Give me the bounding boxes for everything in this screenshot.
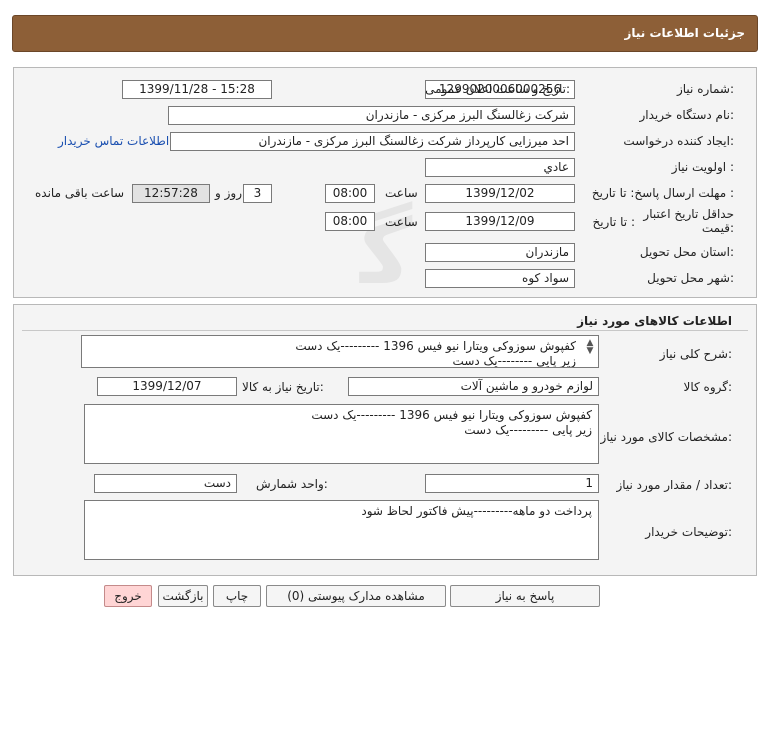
- deadline-time-field: 08:00: [325, 184, 375, 203]
- need-info-panel: [13, 67, 757, 298]
- qty-field: 1: [425, 474, 599, 493]
- deadline-date-field: 1399/12/02: [425, 184, 575, 203]
- validity-time-field: 08:00: [325, 212, 375, 231]
- creator-field: احد میرزایی کارپرداز شرکت زغالسنگ البرز …: [170, 132, 575, 151]
- remaining-time-field: 12:57:28: [132, 184, 210, 203]
- province-label: استان محل تحویل:: [639, 245, 734, 259]
- summary-label: شرح کلی نیاز:: [659, 347, 732, 361]
- unit-field: دست: [94, 474, 237, 493]
- qty-label: تعداد / مقدار مورد نیاز:: [616, 478, 732, 492]
- buyer-label: نام دستگاه خریدار:: [639, 108, 735, 122]
- validity-to-label: تا تاریخ :: [592, 215, 635, 229]
- need-date-label: تاریخ نیاز به کالا:: [242, 380, 324, 394]
- exit-button[interactable]: خروج: [104, 585, 152, 607]
- city-label: شهر محل تحویل:: [647, 271, 734, 285]
- reply-button[interactable]: پاسخ به نیاز: [450, 585, 600, 607]
- attachments-button[interactable]: مشاهده مدارک پیوستی (0): [266, 585, 446, 607]
- city-field: سواد کوه: [425, 269, 575, 288]
- back-button[interactable]: بازگشت: [158, 585, 208, 607]
- page-header: جزئیات اطلاعات نیاز: [12, 15, 758, 52]
- province-field: مازندران: [425, 243, 575, 262]
- unit-label: واحد شمارش:: [256, 477, 328, 491]
- creator-label: ایجاد کننده درخواست:: [623, 134, 734, 148]
- announce-field: 1399/11/28 - 15:28: [122, 80, 272, 99]
- specs-textarea[interactable]: کفپوش سوزوکی ویتارا نیو فیس 1396 -------…: [84, 404, 599, 464]
- buyer-field: شرکت زغالسنگ البرز مرکزی - مازندران: [168, 106, 575, 125]
- buyer-contact-link[interactable]: اطلاعات تماس خریدار: [58, 134, 169, 148]
- goods-section-title: اطلاعات کالاهای مورد نیاز: [577, 314, 732, 328]
- summary-textarea[interactable]: کفپوش سوزوکی ویتارا نیو فیس 1396 -------…: [81, 335, 599, 368]
- priority-label: اولویت نیاز :: [671, 160, 734, 174]
- remaining-label: ساعت باقی مانده: [35, 186, 125, 200]
- print-button[interactable]: چاپ: [213, 585, 261, 607]
- need-date-field: 1399/12/07: [97, 377, 237, 396]
- deadline-time-label: ساعت: [385, 186, 418, 200]
- deadline-label: مهلت ارسال پاسخ: تا تاریخ :: [591, 186, 734, 200]
- group-label: گروه کالا:: [683, 380, 733, 394]
- notes-textarea[interactable]: پرداخت دو ماهه---------پیش فاکتور لحاظ ش…: [84, 500, 599, 560]
- scroll-arrows-icon[interactable]: ▲ ▼: [584, 339, 596, 356]
- specs-label: مشخصات کالای مورد نیاز:: [600, 430, 732, 444]
- page-title: جزئیات اطلاعات نیاز: [624, 26, 745, 40]
- need-number-label: شماره نیاز:: [676, 82, 734, 96]
- days-field: 3: [243, 184, 272, 203]
- days-label: روز و: [215, 186, 242, 200]
- group-field: لوازم خودرو و ماشین آلات: [348, 377, 599, 396]
- announce-label: تاریخ و ساعت اعلان عمومی:: [425, 82, 570, 96]
- validity-date-field: 1399/12/09: [425, 212, 575, 231]
- validity-time-label: ساعت: [385, 215, 418, 229]
- notes-label: توضیحات خریدار:: [645, 525, 732, 539]
- goods-section-divider: [22, 330, 748, 331]
- priority-field: عادي: [425, 158, 575, 177]
